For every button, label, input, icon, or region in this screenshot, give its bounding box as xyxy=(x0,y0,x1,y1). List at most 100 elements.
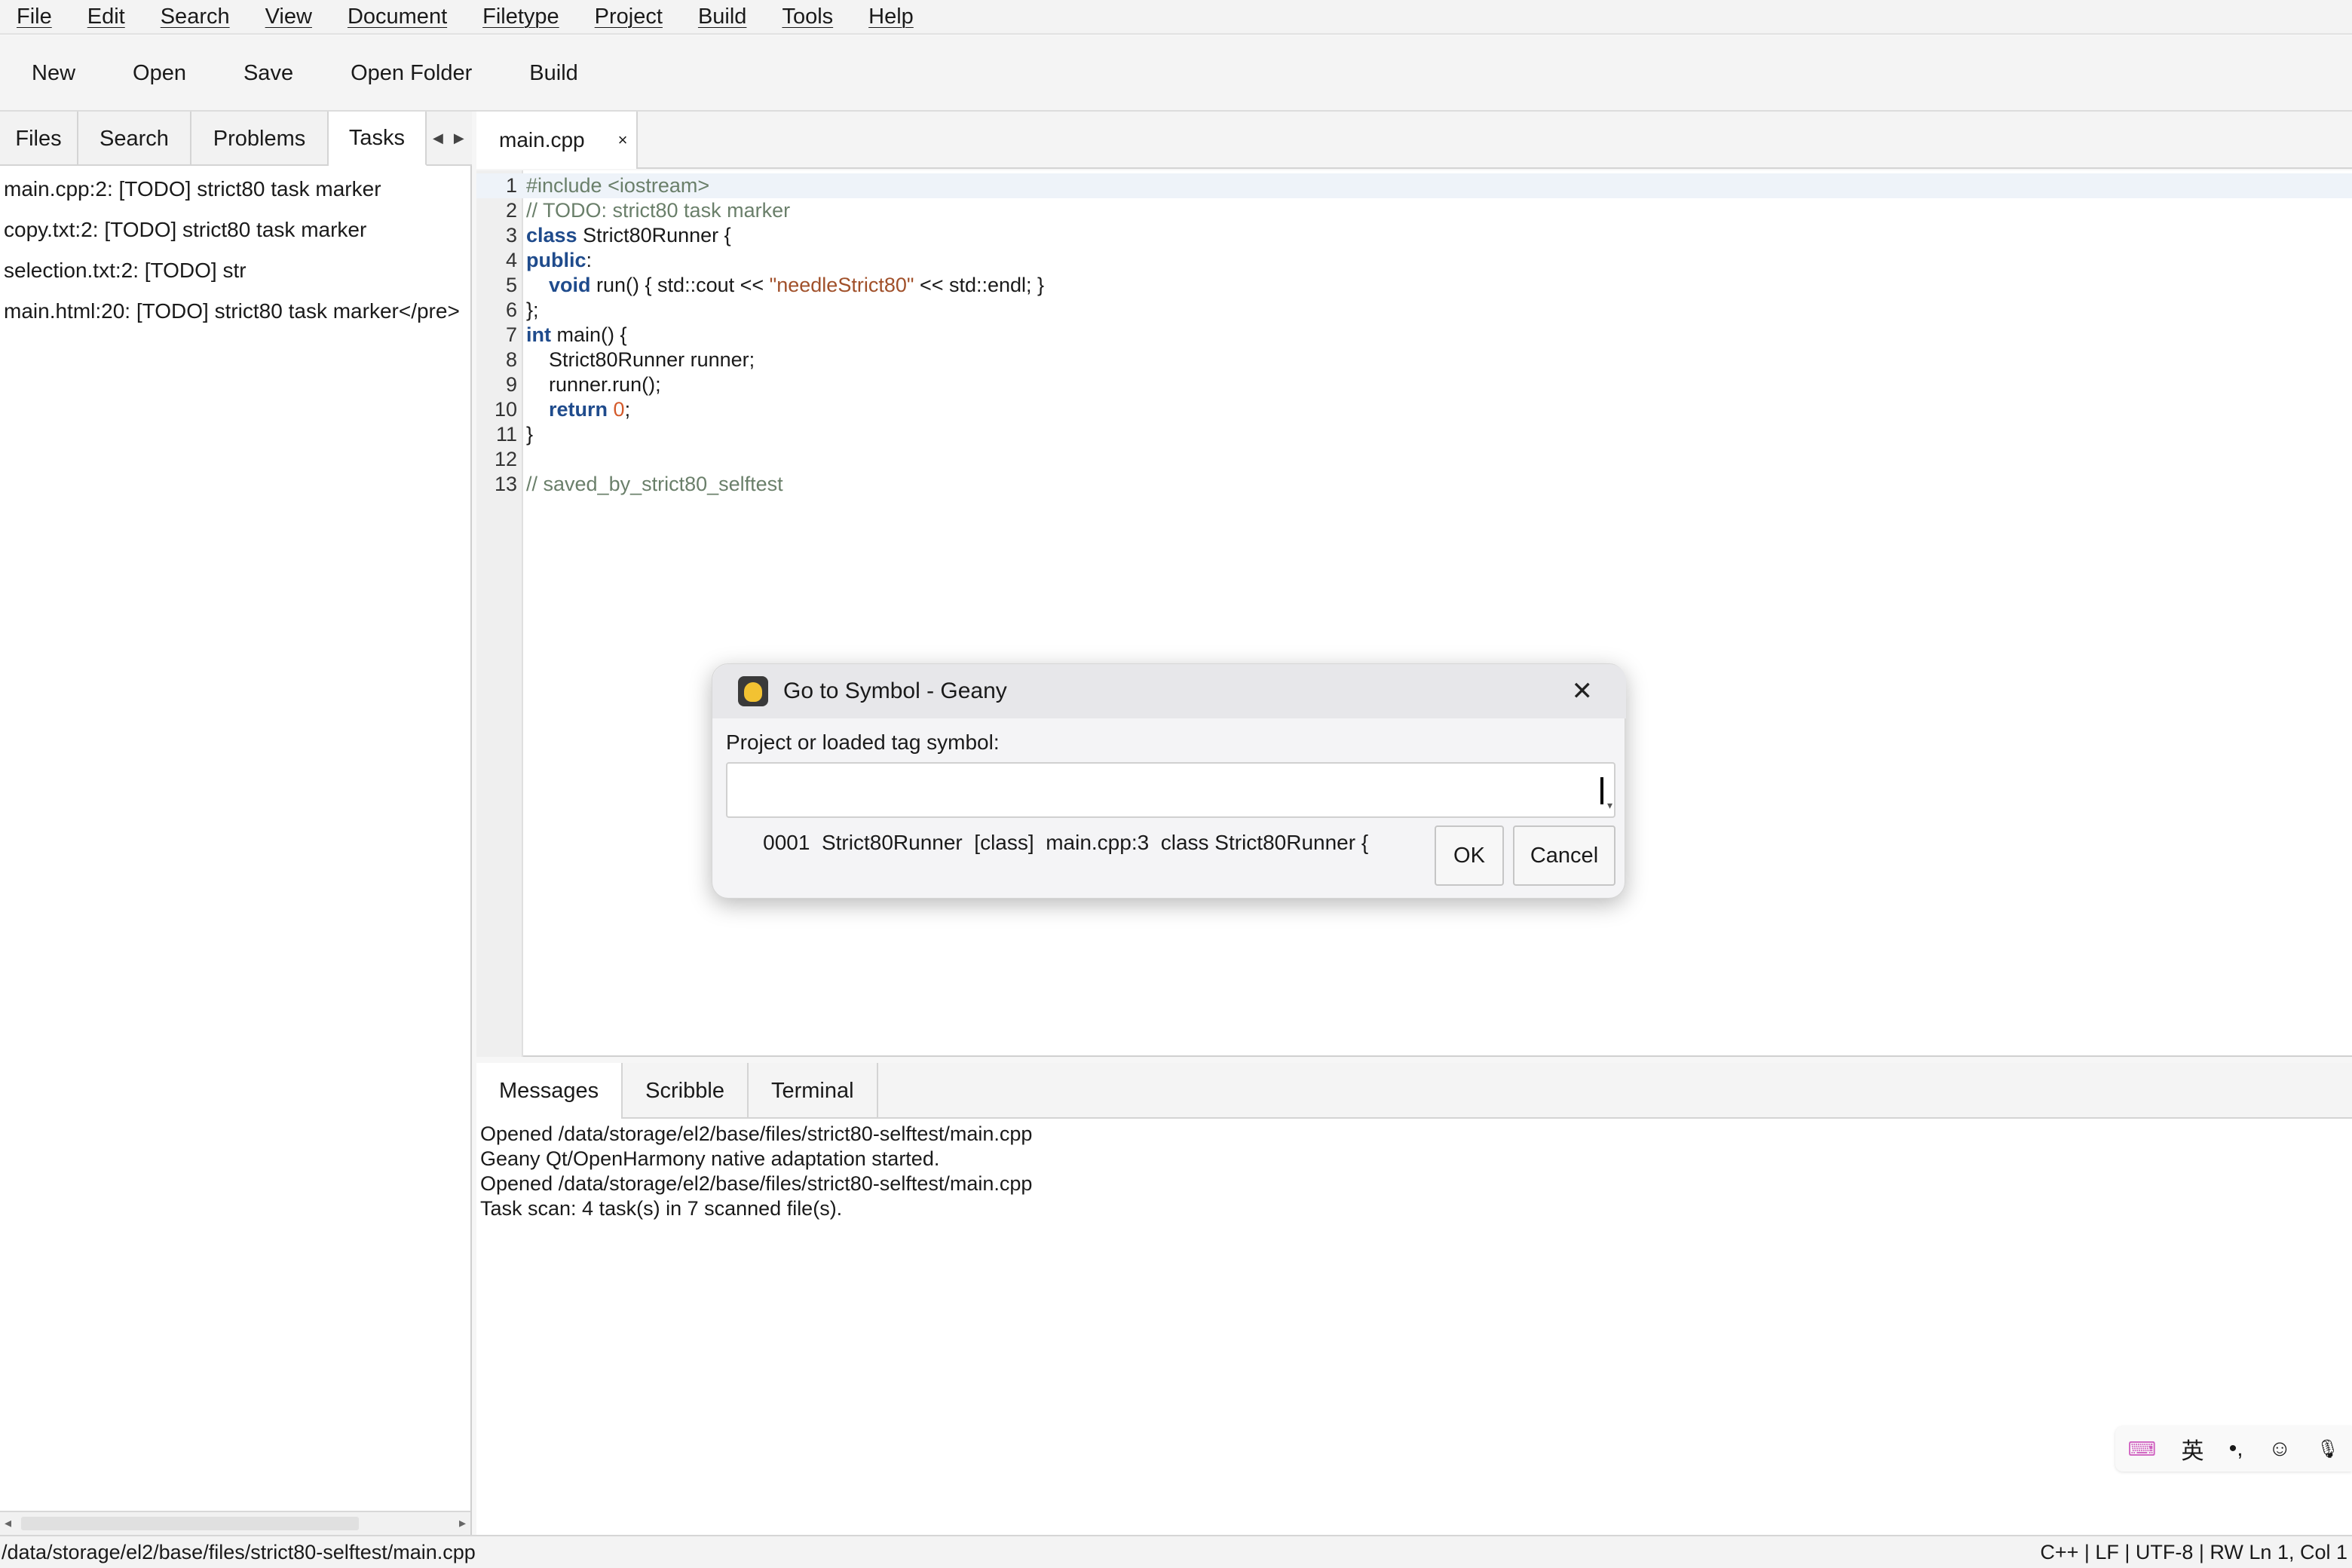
scroll-right-icon[interactable]: ▸ xyxy=(459,1515,466,1531)
tab-messages[interactable]: Messages xyxy=(476,1063,623,1119)
menu-document[interactable]: Document xyxy=(348,5,447,29)
list-item[interactable]: main.html:20: [TODO] strict80 task marke… xyxy=(0,291,470,332)
line-code: // TODO: strict80 task marker xyxy=(526,199,791,222)
symbol-combo-input[interactable]: 0001 Strict80Runner [class] main.cpp:3 c… xyxy=(726,762,1615,854)
toolbar: New Open Save Open Folder Build xyxy=(0,36,2352,112)
tab-scroll-right-icon[interactable]: ▶ xyxy=(454,130,464,146)
open-button[interactable]: Open xyxy=(133,61,186,86)
line-code: public: xyxy=(526,249,593,271)
line-code: runner.run(); xyxy=(526,373,661,396)
punctuation-icon[interactable]: •, xyxy=(2229,1436,2243,1462)
sidebar-tabs: Files Search Problems Tasks ◀ ▶ xyxy=(0,112,472,166)
task-list: main.cpp:2: [TODO] strict80 task marker … xyxy=(0,169,470,332)
line-number: 2 xyxy=(505,199,517,222)
menu-search[interactable]: Search xyxy=(161,5,230,29)
tab-search[interactable]: Search xyxy=(78,112,191,166)
messages-panel: Opened /data/storage/el2/base/files/stri… xyxy=(476,1119,2352,1535)
dialog-titlebar: Go to Symbol - Geany ✕ xyxy=(712,664,1626,718)
line-code: void run() { std::cout << "needleStrict8… xyxy=(549,274,1045,296)
list-item[interactable]: copy.txt:2: [TODO] strict80 task marker xyxy=(0,210,470,250)
code-line[interactable]: 12 xyxy=(476,447,2352,472)
code-line[interactable]: 13 // saved_by_strict80_selftest xyxy=(476,472,2352,497)
line-number: 10 xyxy=(494,398,517,421)
menu-bar: File Edit Search View Document Filetype … xyxy=(0,0,2352,35)
code-line[interactable]: 2 // TODO: strict80 task marker xyxy=(476,198,2352,223)
menu-tools[interactable]: Tools xyxy=(782,5,833,29)
tab-files[interactable]: Files xyxy=(0,112,78,166)
open-folder-button[interactable]: Open Folder xyxy=(351,61,472,86)
menu-help[interactable]: Help xyxy=(868,5,914,29)
menu-build[interactable]: Build xyxy=(698,5,747,29)
code-line[interactable]: 4 public: xyxy=(476,248,2352,273)
line-number: 8 xyxy=(505,348,517,371)
line-number: 7 xyxy=(505,323,517,346)
tab-main-cpp[interactable]: main.cpp × xyxy=(476,112,638,169)
build-button[interactable]: Build xyxy=(529,61,578,86)
line-number: 6 xyxy=(505,299,517,321)
line-number: 5 xyxy=(505,274,517,296)
message-line: Opened /data/storage/el2/base/files/stri… xyxy=(480,1172,1033,1195)
go-to-symbol-dialog: Go to Symbol - Geany ✕ Project or loaded… xyxy=(712,663,1626,899)
line-code: return 0; xyxy=(549,398,631,421)
scroll-left-icon[interactable]: ◂ xyxy=(5,1515,11,1531)
cancel-button[interactable]: Cancel xyxy=(1513,825,1615,886)
code-line[interactable]: 1 #include <iostream> xyxy=(476,173,2352,198)
ime-toolbar: ⌨ 英 •, ☺ 🎙 xyxy=(2115,1426,2352,1472)
line-number: 13 xyxy=(494,473,517,495)
tab-scroll-left-icon[interactable]: ◀ xyxy=(433,130,443,146)
code-line[interactable]: 3 class Strict80Runner { xyxy=(476,223,2352,248)
menu-filetype[interactable]: Filetype xyxy=(482,5,559,29)
code-line[interactable]: 8 Strict80Runner runner; xyxy=(476,348,2352,372)
tab-terminal[interactable]: Terminal xyxy=(749,1063,878,1119)
save-button[interactable]: Save xyxy=(243,61,293,86)
code-line[interactable]: 6}; xyxy=(476,298,2352,323)
ok-button[interactable]: OK xyxy=(1435,825,1504,886)
list-item[interactable]: main.cpp:2: [TODO] strict80 task marker xyxy=(0,169,470,210)
tab-scroll-arrows: ◀ ▶ xyxy=(427,112,464,164)
microphone-icon[interactable]: 🎙 xyxy=(2317,1438,2339,1460)
line-code: // saved_by_strict80_selftest xyxy=(526,473,783,495)
message-line: Opened /data/storage/el2/base/files/stri… xyxy=(480,1122,1033,1145)
menu-edit[interactable]: Edit xyxy=(87,5,125,29)
bottom-panel-tabs: Messages Scribble Terminal xyxy=(476,1063,2352,1119)
symbol-combo-value: 0001 Strict80Runner [class] main.cpp:3 c… xyxy=(763,831,1369,854)
line-code: }; xyxy=(526,299,539,321)
status-file-path: /data/storage/el2/base/files/strict80-se… xyxy=(2,1540,476,1563)
code-line[interactable]: 11} xyxy=(476,422,2352,447)
menu-file[interactable]: File xyxy=(17,5,52,29)
message-line: Task scan: 4 task(s) in 7 scanned file(s… xyxy=(480,1197,843,1220)
tab-problems[interactable]: Problems xyxy=(191,112,329,166)
list-item[interactable]: selection.txt:2: [TODO] str xyxy=(0,250,470,291)
code-line[interactable]: 9 runner.run(); xyxy=(476,372,2352,397)
scrollbar-thumb[interactable] xyxy=(21,1517,359,1530)
close-icon[interactable]: × xyxy=(618,130,628,150)
dialog-title: Go to Symbol - Geany xyxy=(783,678,1007,703)
status-bar: /data/storage/el2/base/files/strict80-se… xyxy=(0,1535,2352,1568)
code-line[interactable]: 7 int main() { xyxy=(476,323,2352,348)
menu-project[interactable]: Project xyxy=(595,5,663,29)
line-number: 1 xyxy=(505,174,517,197)
code-line[interactable]: 5 void run() { std::cout << "needleStric… xyxy=(476,273,2352,298)
new-button[interactable]: New xyxy=(32,61,75,86)
close-icon[interactable]: ✕ xyxy=(1572,676,1594,706)
emoji-icon[interactable]: ☺ xyxy=(2268,1436,2292,1462)
symbol-field-label: Project or loaded tag symbol: xyxy=(726,730,1000,754)
editor-tab-bar: main.cpp × xyxy=(476,112,2352,169)
line-number: 9 xyxy=(505,373,517,396)
line-code: Strict80Runner runner; xyxy=(526,348,755,371)
line-code: #include <iostream> xyxy=(526,174,710,197)
tab-tasks[interactable]: Tasks xyxy=(329,112,427,166)
tab-scribble[interactable]: Scribble xyxy=(623,1063,749,1119)
sidebar-horizontal-scrollbar[interactable]: ◂ ▸ xyxy=(0,1511,470,1535)
keyboard-icon[interactable]: ⌨ xyxy=(2128,1438,2157,1461)
line-code: class Strict80Runner { xyxy=(526,224,731,247)
menu-view[interactable]: View xyxy=(265,5,312,29)
line-code: int main() { xyxy=(526,323,627,346)
line-number: 12 xyxy=(494,448,517,470)
line-number: 3 xyxy=(505,224,517,247)
message-line: Geany Qt/OpenHarmony native adaptation s… xyxy=(480,1147,940,1170)
code-line[interactable]: 10 return 0; xyxy=(476,397,2352,422)
chevron-down-icon[interactable]: ▾ xyxy=(1607,779,1612,831)
tab-label: main.cpp xyxy=(499,128,585,152)
ime-language-toggle[interactable]: 英 xyxy=(2181,1432,2203,1465)
